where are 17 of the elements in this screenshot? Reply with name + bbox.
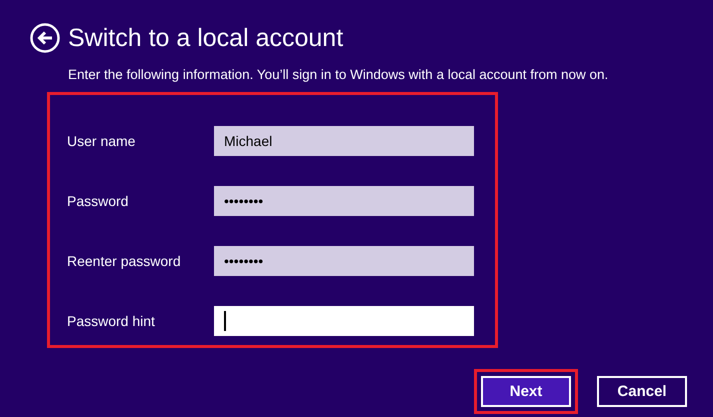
field-label: User name bbox=[67, 133, 136, 149]
page-title: Switch to a local account bbox=[68, 24, 344, 52]
cancel-button[interactable]: Cancel bbox=[597, 376, 687, 407]
next-button[interactable]: Next bbox=[481, 376, 571, 407]
field-label: Reenter password bbox=[67, 253, 182, 269]
field-value: Michael bbox=[224, 133, 272, 149]
instruction-text: Enter the following information. You’ll sign in to Windows with a local account from now on. bbox=[68, 67, 610, 82]
field-value: •••••••• bbox=[224, 253, 264, 269]
input-field[interactable]: Michael bbox=[214, 126, 474, 156]
text-cursor bbox=[224, 311, 226, 331]
input-field[interactable]: •••••••• bbox=[214, 186, 474, 216]
field-value: •••••••• bbox=[224, 193, 264, 209]
input-field[interactable]: •••••••• bbox=[214, 246, 474, 276]
field-label: Password bbox=[67, 193, 130, 209]
input-field[interactable] bbox=[214, 306, 474, 336]
back-icon[interactable] bbox=[30, 23, 60, 53]
field-label: Password hint bbox=[67, 313, 156, 329]
